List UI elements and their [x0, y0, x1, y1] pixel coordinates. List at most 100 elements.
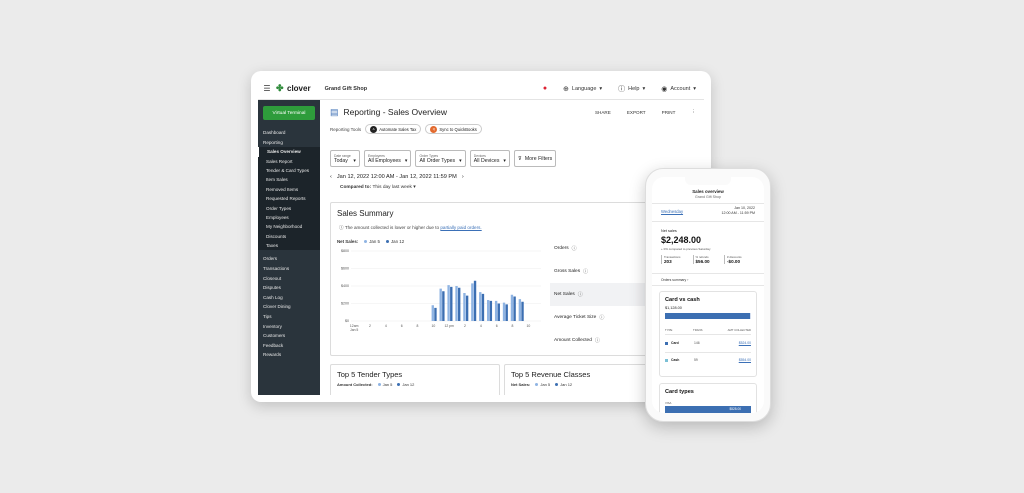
sync-quickbooks-chip[interactable]: Q Sync to QuickBooks — [425, 124, 482, 134]
sidebar-item-transactions[interactable]: Transactions — [258, 264, 320, 274]
col-amount: AMT COLLECTED — [727, 328, 751, 332]
sidebar-item-cash-log[interactable]: Cash Log — [258, 293, 320, 303]
orders-summary-link[interactable]: Orders summary › — [661, 278, 688, 282]
sidebar-item-employees[interactable]: Employees — [258, 212, 320, 223]
merchant-name: Grand Gift Shop — [324, 85, 368, 92]
more-filters-button[interactable]: ⊽ More Filters — [514, 150, 557, 167]
summary-note: ⓘ The amount collected is lower or highe… — [339, 225, 482, 230]
laptop-frame: ☰ ✤ clover Grand Gift Shop ● ⊕ Language … — [251, 71, 711, 402]
filter-bar: Date range Today ▾ Employees All Employee… — [330, 150, 557, 167]
sidebar-item-reporting[interactable]: Reporting — [258, 138, 320, 148]
print-button[interactable]: PRINT — [662, 110, 676, 115]
bar-jan-5 — [510, 294, 514, 321]
help-icon: ⓘ — [618, 85, 626, 93]
page-title: Reporting - Sales Overview — [343, 107, 447, 117]
day-selector[interactable]: Wednesday — [661, 209, 683, 214]
chevron-right-icon[interactable]: › — [462, 174, 464, 180]
card-vs-cash-amount: $1,128.00 — [665, 306, 682, 310]
legend-item-jan12[interactable]: Jan 12 — [385, 239, 404, 244]
phone-notch — [685, 177, 731, 185]
help-menu[interactable]: ⓘ Help ▾ — [618, 84, 645, 94]
bar-jan-5 — [455, 286, 458, 321]
clover-logo[interactable]: ✤ clover — [276, 83, 311, 94]
x-tick-label: 8 — [417, 324, 419, 328]
metric-amount-collected[interactable]: Amount Collected ⓘ — [550, 329, 647, 352]
sidebar-item-my-neighborhood[interactable]: My Neighborhood — [258, 222, 320, 232]
more-options-icon[interactable]: ⋮ — [691, 109, 696, 115]
bar-jan-12 — [521, 301, 524, 321]
bar-jan-5 — [518, 299, 522, 321]
x-tick-label: 12 pm — [444, 324, 454, 328]
x-tick-label: Jan 5 — [350, 328, 358, 332]
chevron-down-icon: ▾ — [693, 85, 696, 92]
chevron-down-icon: ▾ — [413, 185, 416, 190]
x-tick-label: 4 — [385, 324, 387, 328]
language-menu[interactable]: ⊕ Language ▾ — [563, 85, 602, 93]
sidebar-item-customers[interactable]: Customers — [258, 331, 320, 341]
sidebar-item-disputes[interactable]: Disputes — [258, 283, 320, 293]
sidebar-item-requested-reports[interactable]: Requested Reports — [258, 194, 320, 204]
chevron-right-icon: › — [687, 278, 689, 282]
bar-jan-5 — [431, 305, 434, 321]
sidebar-item-tips[interactable]: Tips — [258, 312, 320, 322]
share-button[interactable]: SHARE — [595, 110, 611, 115]
legend-item-jan5[interactable]: Jan 5 — [364, 239, 380, 244]
net-sales-label: Net sales — [661, 229, 677, 233]
sidebar-item-orders[interactable]: Orders — [258, 254, 320, 264]
metric-orders[interactable]: Orders ⓘ — [550, 237, 647, 260]
sidebar-nav: Dashboard Reporting Sales Overview Sales Re… — [258, 128, 320, 360]
cash-amount-link[interactable]: $554.00 — [739, 358, 751, 362]
card-amount-link[interactable]: $524.00 — [739, 341, 751, 345]
metric-net-sales[interactable]: Net Sales ⓘ — [550, 283, 647, 306]
metric-gross-sales[interactable]: Gross Sales ⓘ — [550, 260, 647, 283]
user-icon: ◉ — [661, 85, 668, 93]
bar-jan-12 — [505, 304, 508, 321]
sidebar-item-dashboard[interactable]: Dashboard — [258, 128, 320, 138]
chevron-left-icon[interactable]: ‹ — [330, 174, 332, 180]
date-range-row: ‹ Jan 12, 2022 12:00 AM - Jan 12, 2022 1… — [330, 174, 464, 180]
info-icon: ⓘ — [599, 314, 605, 321]
sidebar-item-order-types[interactable]: Order Types — [258, 203, 320, 213]
bar-jan-5 — [471, 283, 474, 321]
page-header: ▤ Reporting - Sales Overview SHARE EXPOR… — [330, 105, 696, 119]
sidebar-item-closeout[interactable]: Closeout — [258, 274, 320, 284]
order-types-filter[interactable]: Order Types All Order Types ▾ — [415, 150, 466, 167]
stat-discounts: # discounts -$0.00 — [724, 255, 755, 264]
menu-icon[interactable]: ☰ — [258, 84, 276, 93]
sidebar-item-clover-dining[interactable]: Clover Dining — [258, 302, 320, 312]
sidebar-item-item-sales[interactable]: Item Sales — [258, 175, 320, 185]
virtual-terminal-button[interactable]: Virtual Terminal — [263, 106, 315, 120]
sidebar-item-taxes[interactable]: Taxes — [258, 241, 320, 251]
clover-leaf-icon: ✤ — [276, 83, 284, 93]
bar-jan-12 — [473, 280, 477, 321]
bar-jan-5 — [494, 300, 498, 321]
card-swatch — [665, 341, 668, 345]
export-button[interactable]: EXPORT — [627, 110, 646, 115]
notification-icon[interactable]: ● — [543, 85, 547, 92]
metric-average-ticket-size[interactable]: Average Ticket Size ⓘ — [550, 306, 647, 329]
sidebar-item-inventory[interactable]: Inventory — [258, 322, 320, 332]
chart-legend: Net Sales: Jan 5 Jan 12 — [337, 239, 404, 244]
sidebar-item-sales-report[interactable]: Sales Report — [258, 156, 320, 166]
partially-paid-orders-link[interactable]: partially paid orders. — [440, 225, 481, 230]
card-vs-cash-title: Card vs cash — [665, 297, 700, 303]
sidebar-item-tender-card-types[interactable]: Tender & Card Types — [258, 165, 320, 176]
sidebar-item-removed-items[interactable]: Removed Items — [258, 184, 320, 195]
account-menu[interactable]: ◉ Account ▾ — [661, 85, 696, 93]
sidebar-item-rewards[interactable]: Rewards — [258, 350, 320, 360]
date-range-filter[interactable]: Date range Today ▾ — [330, 150, 360, 167]
sidebar-item-feedback[interactable]: Feedback — [258, 341, 320, 351]
employees-filter[interactable]: Employees All Employees ▾ — [364, 150, 412, 167]
bar-jan-12 — [497, 303, 500, 321]
x-tick-label: 2 — [464, 324, 466, 328]
report-icon: ▤ — [330, 106, 339, 117]
automate-sales-tax-chip[interactable]: A Automate Sales Tax — [365, 124, 422, 134]
chevron-down-icon: ▾ — [503, 157, 507, 164]
compare-row[interactable]: Compared to: This day last week ▾ — [340, 185, 416, 190]
info-icon: ⓘ — [339, 225, 344, 230]
devices-filter[interactable]: Devices All Devices ▾ — [469, 150, 511, 167]
chevron-down-icon: ▾ — [642, 85, 646, 92]
col-trans: TRANS — [693, 328, 703, 332]
sidebar-item-discounts[interactable]: Discounts — [258, 231, 320, 242]
sidebar-item-sales-overview[interactable]: Sales Overview — [258, 147, 320, 157]
